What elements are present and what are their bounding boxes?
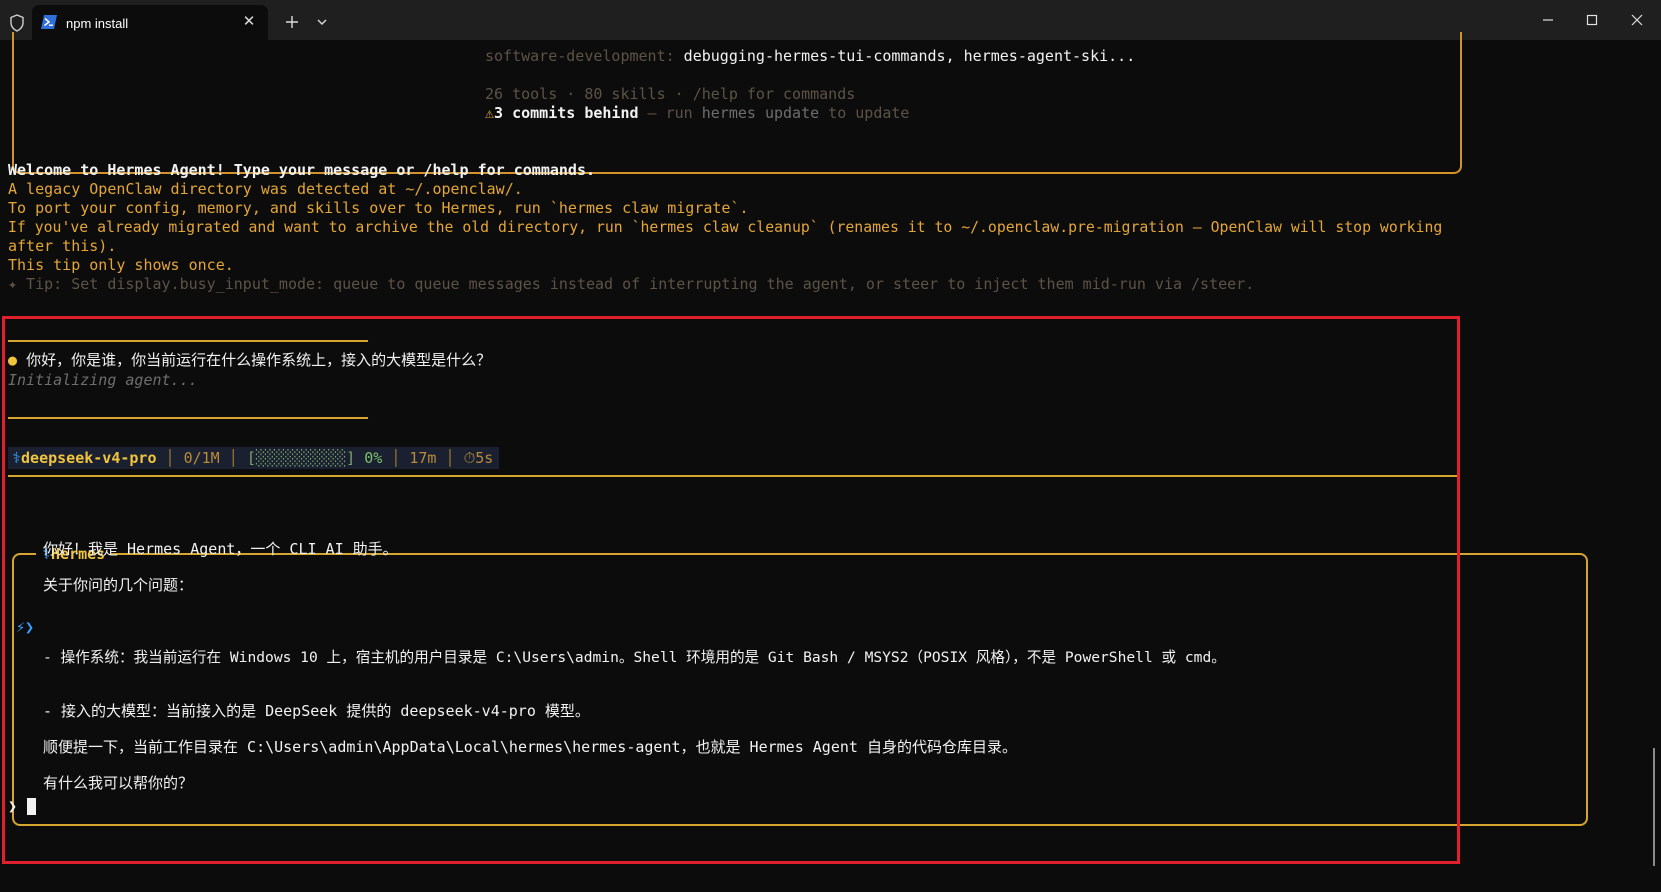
legacy-detected-line: A legacy OpenClaw directory was detected… [8, 180, 523, 198]
migrate-hint-line: To port your config, memory, and skills … [8, 199, 749, 217]
skills-category: software-development: [485, 47, 675, 65]
run-text: — run [638, 104, 702, 122]
warning-icon: ⚠ [485, 104, 495, 122]
close-window-icon[interactable] [1625, 8, 1649, 32]
shield-icon [10, 14, 24, 32]
welcome-line: Welcome to Hermes Agent! Type your messa… [8, 161, 595, 179]
update-command: hermes update [701, 104, 820, 122]
skills-list: debugging-hermes-tui-commands, hermes-ag… [674, 47, 1136, 65]
close-tab-icon[interactable]: ✕ [240, 12, 258, 30]
tab-title: npm install [66, 16, 129, 31]
help-hint: /help for commands [692, 85, 856, 103]
tools-count: 26 tools [485, 85, 558, 103]
banner-stats-line: 26 tools · 80 skills · /help for command… [485, 85, 856, 103]
maximize-icon[interactable] [1580, 8, 1604, 32]
scrollbar[interactable] [1653, 748, 1655, 866]
banner-skills-line: software-development: debugging-hermes-t… [485, 47, 1135, 66]
tip-line: ✦ Tip: Set display.busy_input_mode: queu… [8, 275, 1255, 293]
new-tab-icon[interactable] [282, 12, 302, 32]
banner-update-line: ⚠3 commits behind — run hermes update to… [485, 104, 909, 123]
chevron-down-icon[interactable] [314, 15, 330, 29]
highlight-frame [2, 316, 1460, 864]
commits-behind: 3 commits behind [494, 104, 639, 122]
to-update: to update [819, 104, 910, 122]
powershell-icon [41, 15, 57, 29]
cleanup-hint-line-cont: after this). [8, 237, 117, 255]
minimize-icon[interactable] [1536, 8, 1560, 32]
terminal-output[interactable]: software-development: debugging-hermes-t… [0, 32, 1661, 892]
cleanup-hint-line: If you've already migrated and want to a… [8, 219, 1443, 236]
tip-once-line: This tip only shows once. [8, 256, 234, 274]
skills-count: 80 skills [584, 85, 666, 103]
